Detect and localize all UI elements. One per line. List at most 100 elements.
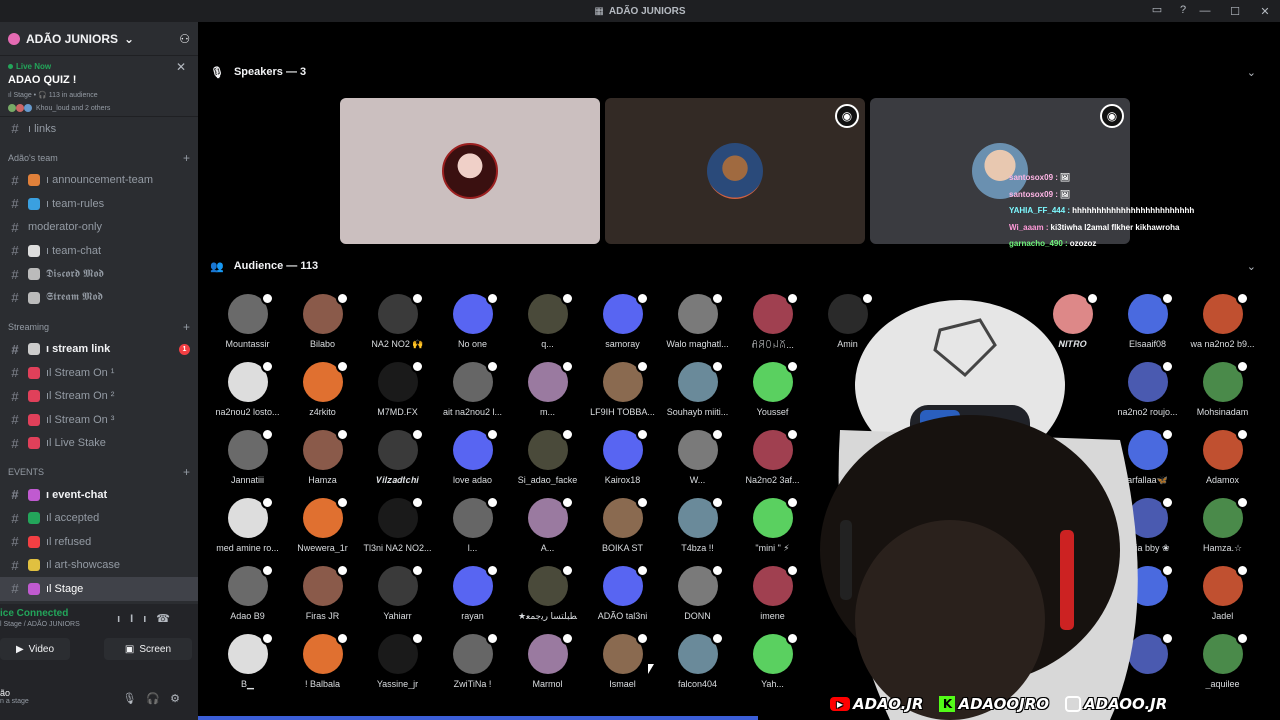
audience-member[interactable]: Tl3ni NA2 NO2...	[360, 496, 435, 564]
audience-member[interactable]: DONN	[660, 564, 735, 632]
close-window-button[interactable]: ✕	[1250, 5, 1280, 18]
speakers-header[interactable]: 🎙 Speakers — 3	[210, 64, 306, 80]
audience-member[interactable]: Kairox18	[585, 428, 660, 496]
audience-member[interactable]: samoray	[585, 292, 660, 360]
audience-member[interactable]: falcon404	[660, 632, 735, 700]
audience-member[interactable]: M7MD.FX	[360, 360, 435, 428]
audience-member[interactable]: ZwiTiNa !	[435, 632, 510, 700]
avatar	[527, 496, 574, 538]
maximize-button[interactable]: ☐	[1220, 5, 1250, 18]
audience-member[interactable]: ! Balbala	[285, 632, 360, 700]
audience-member[interactable]: na2nou2 losto...	[210, 360, 285, 428]
avatar	[377, 632, 424, 674]
audience-member[interactable]: LF9IH TOBBA...	[585, 360, 660, 428]
avatar	[1202, 564, 1249, 606]
channel-item[interactable]: # ı stream link 1	[0, 338, 198, 362]
help-icon[interactable]: ?	[1176, 3, 1190, 17]
audience-member[interactable]: z4rkito	[285, 360, 360, 428]
channel-item[interactable]: # ıl art-showcase	[0, 554, 198, 578]
add-channel-icon[interactable]: +	[183, 320, 190, 334]
audience-member[interactable]: Nwewera_1r	[285, 496, 360, 564]
speaker-tile[interactable]: ◉	[605, 98, 865, 244]
screen-share-button[interactable]: ▣ Screen	[104, 638, 192, 660]
audience-member[interactable]: Adao B9	[210, 564, 285, 632]
audience-member[interactable]: ait na2nou2 l...	[435, 360, 510, 428]
audience-member[interactable]: NA2 NO2 🙌	[360, 292, 435, 360]
audience-member[interactable]: q...	[510, 292, 585, 360]
audience-member[interactable]: Firas JR	[285, 564, 360, 632]
category-header[interactable]: Adão's team +	[0, 147, 198, 169]
video-button[interactable]: ▶ Video	[0, 638, 70, 660]
microphone-icon[interactable]: 🎙	[122, 692, 136, 705]
channel-item[interactable]: # ıl Stage	[0, 577, 198, 601]
audience-member[interactable]: Marmol	[510, 632, 585, 700]
username[interactable]: ão	[0, 688, 10, 698]
audience-member[interactable]: Jannatiii	[210, 428, 285, 496]
noise-icon[interactable]: ıIı	[117, 613, 156, 625]
avatar	[452, 632, 499, 674]
audience-member[interactable]: med amine ro...	[210, 496, 285, 564]
channel-item[interactable]: # ı team-rules	[0, 192, 198, 216]
speaker-tile[interactable]	[340, 98, 600, 244]
add-channel-icon[interactable]: +	[183, 151, 190, 165]
channel-item[interactable]: # ı event-chat	[0, 483, 198, 507]
gear-icon[interactable]: ⚙	[170, 692, 180, 705]
channel-item[interactable]: # ı links	[0, 117, 198, 141]
channel-item[interactable]: # ı announcement-team	[0, 169, 198, 193]
webcam-overlay	[780, 290, 1200, 720]
channel-item[interactable]: # ıl Live Stake	[0, 432, 198, 456]
close-icon[interactable]: ✕	[176, 60, 186, 74]
add-member-icon[interactable]: ⚇	[179, 32, 190, 46]
audience-member[interactable]: Si_adao_facke	[510, 428, 585, 496]
audience-member[interactable]: rayan	[435, 564, 510, 632]
status-badge-icon	[560, 496, 574, 509]
channel-item[interactable]: # ıl Stream On ²	[0, 385, 198, 409]
audience-member[interactable]: Souhayb miiti...	[660, 360, 735, 428]
channel-item[interactable]: # moderator-only	[0, 216, 198, 240]
audience-member[interactable]: Bilabo	[285, 292, 360, 360]
channel-item[interactable]: # ıl Stream On ¹	[0, 361, 198, 385]
channel-item[interactable]: # ıl refused	[0, 530, 198, 554]
live-dot-icon	[8, 64, 13, 69]
audience-header[interactable]: 👥 Audience — 113	[210, 258, 318, 274]
chevron-down-icon[interactable]: ⌄	[1247, 66, 1256, 79]
audience-member[interactable]: Yassine_jr	[360, 632, 435, 700]
minimize-button[interactable]: —	[1190, 5, 1220, 17]
audience-member[interactable]: l...	[435, 496, 510, 564]
chevron-down-icon[interactable]: ⌄	[1247, 260, 1256, 273]
avatar	[602, 360, 649, 402]
headphones-icon[interactable]: 🎧	[146, 692, 160, 705]
audience-member[interactable]: Yahiarr	[360, 564, 435, 632]
audience-member[interactable]: Hamza	[285, 428, 360, 496]
status-badge-icon	[260, 632, 274, 645]
disconnect-icon[interactable]: ☎	[156, 613, 180, 625]
audience-member[interactable]: Mountassir	[210, 292, 285, 360]
audience-member[interactable]: ★ﻄﺒﻠﺘﺴﺎ ﺭﻳﺟﻤﻌ	[510, 564, 585, 632]
audience-member[interactable]: Walo maghatl...	[660, 292, 735, 360]
status-badge-icon	[1235, 428, 1249, 441]
channel-item[interactable]: # ıl Stream On ³	[0, 408, 198, 432]
server-header[interactable]: ADÃO JUNIORS ⌄ ⚇	[0, 22, 198, 56]
channel-item[interactable]: # 𝕯𝖎𝖘𝖈𝖔𝖗𝖉 𝕸𝖔𝖉	[0, 263, 198, 287]
audience-member[interactable]: BOIKA ST	[585, 496, 660, 564]
inbox-icon[interactable]: ▭	[1150, 3, 1164, 17]
live-now-card[interactable]: Live Now ADAO QUIZ ! ıl Stage • 🎧 113 in…	[0, 56, 198, 117]
audience-member[interactable]: A...	[510, 496, 585, 564]
audience-member[interactable]: m...	[510, 360, 585, 428]
audience-member[interactable]: W...	[660, 428, 735, 496]
category-header[interactable]: EVENTS +	[0, 461, 198, 483]
channel-item[interactable]: # ıl accepted	[0, 507, 198, 531]
audience-member[interactable]: love adao	[435, 428, 510, 496]
audience-member[interactable]: 𝑽𝒊𝒍𝒛𝒂𝒅𝒕𝒄𝒉𝒊	[360, 428, 435, 496]
audience-member[interactable]: T4bza !!	[660, 496, 735, 564]
member-name: na2nou2 losto...	[215, 407, 280, 417]
add-channel-icon[interactable]: +	[183, 465, 190, 479]
channel-item[interactable]: # 𝕾𝖙𝖗𝖊𝖆𝖒 𝕸𝖔𝖉	[0, 286, 198, 310]
category-header[interactable]: Streaming +	[0, 316, 198, 338]
status-badge-icon	[260, 360, 274, 373]
audience-member[interactable]: No one	[435, 292, 510, 360]
channel-item[interactable]: # ı team-chat	[0, 239, 198, 263]
audience-member[interactable]: ADÃO tal3ni	[585, 564, 660, 632]
server-logo-icon	[8, 32, 20, 45]
audience-member[interactable]: B▁	[210, 632, 285, 700]
